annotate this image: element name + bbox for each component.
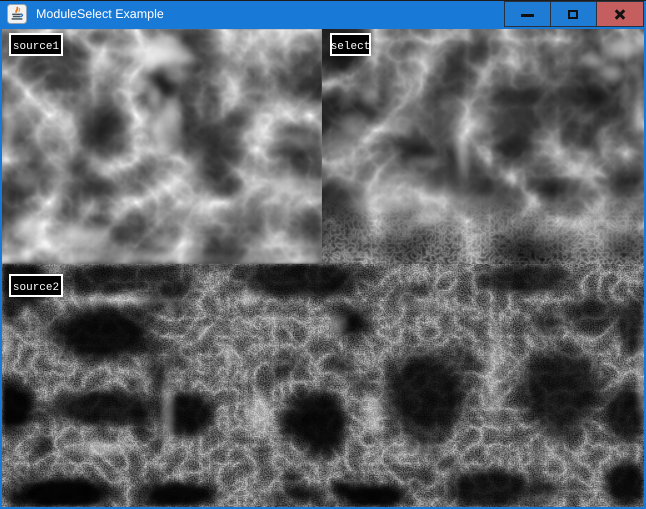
svg-text:select: select xyxy=(332,41,369,53)
svg-text:source2: source2 xyxy=(13,282,59,294)
svg-text:source1: source1 xyxy=(13,41,60,53)
